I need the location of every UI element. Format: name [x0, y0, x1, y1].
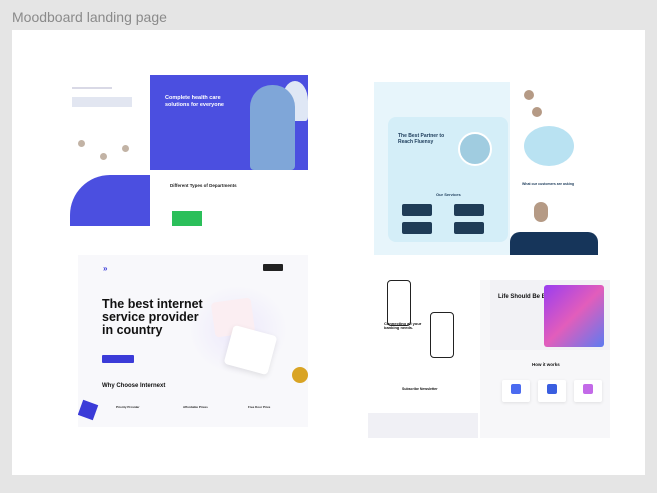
- hero-headline: The best internet service provider in co…: [102, 297, 203, 338]
- services-heading: Our Services: [436, 192, 461, 197]
- nav-cta: [263, 264, 283, 271]
- feature-label: Free Door Price: [248, 405, 271, 409]
- buy-button: [102, 355, 134, 363]
- hero-headline: The Best Partner to Reach Fluensy: [398, 133, 445, 145]
- image-strip: [72, 97, 132, 107]
- why-heading: Why Choose Internext: [102, 383, 166, 389]
- step-card: [538, 380, 566, 402]
- service-card: [402, 222, 432, 234]
- logo-icon: »: [103, 264, 108, 273]
- blob: [524, 126, 574, 166]
- pharmacy-thumbnail[interactable]: The Best Partner to Reach Fluensy Our Se…: [374, 82, 598, 255]
- avatar: [78, 140, 85, 147]
- banking-thumbnail[interactable]: Connecting all your banking needs. Subsc…: [362, 280, 610, 438]
- feature-label: Priority Provider: [116, 405, 140, 409]
- avatar: [524, 90, 534, 100]
- gold-sphere: [292, 367, 308, 383]
- subscribe-heading: Subscribe Newsletter: [402, 387, 438, 391]
- faq-heading: What our customers are asking: [522, 182, 575, 186]
- gradient-card: [544, 285, 604, 347]
- service-card: [454, 222, 484, 234]
- service-card: [402, 204, 432, 216]
- avatar: [532, 107, 542, 117]
- feature-label: Affordable Prices: [183, 405, 208, 409]
- departments-heading: Different Types of Departments: [170, 183, 237, 188]
- doctor-image: [250, 85, 295, 170]
- right-panel: [510, 82, 598, 255]
- step-card: [502, 380, 530, 402]
- footer: [368, 413, 478, 438]
- hero-headline: Complete health care solutions for every…: [165, 95, 224, 108]
- phone-mockup: [387, 280, 411, 326]
- how-heading: How it works: [532, 362, 560, 367]
- customer-image: [534, 202, 548, 222]
- avatar: [100, 153, 107, 160]
- avatar: [122, 145, 129, 152]
- blue-cube: [78, 399, 99, 421]
- health-care-thumbnail[interactable]: Complete health care solutions for every…: [60, 75, 308, 226]
- frame-title: Moodboard landing page: [12, 9, 167, 25]
- step-card: [574, 380, 602, 402]
- internet-thumbnail[interactable]: » The best internet service provider in …: [78, 255, 308, 427]
- portrait-image: [458, 132, 492, 166]
- service-card: [454, 204, 484, 216]
- connect-heading: Connecting all your banking needs.: [384, 321, 422, 331]
- department-card: [172, 211, 202, 226]
- footer-band: [510, 232, 598, 255]
- text-line: [72, 87, 112, 89]
- moodboard-canvas: Complete health care solutions for every…: [12, 30, 645, 475]
- phone-mockup: [430, 312, 454, 358]
